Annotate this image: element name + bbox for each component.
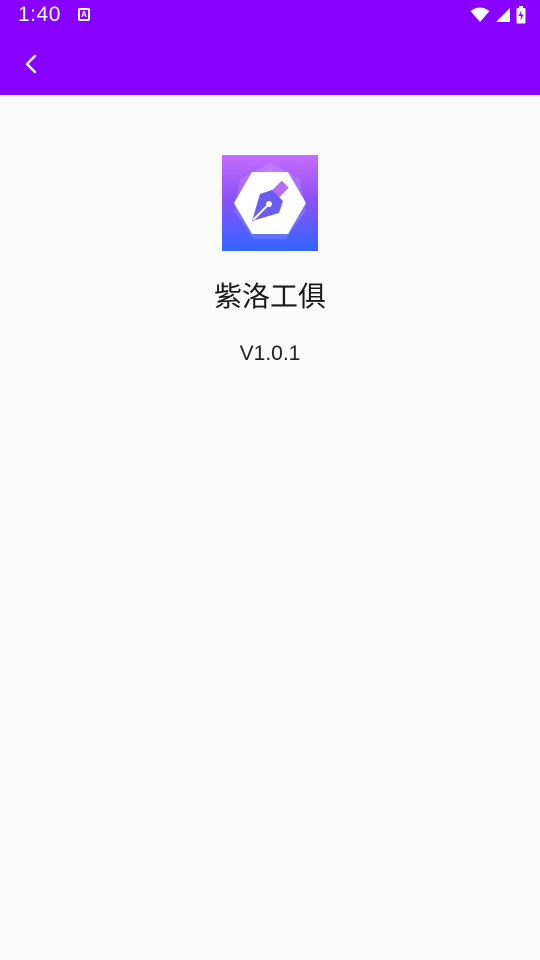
signal-icon — [496, 8, 510, 22]
notification-a-icon: A — [78, 8, 90, 21]
app-name: 紫洛工俱 — [213, 280, 326, 313]
back-button[interactable] — [10, 42, 54, 86]
about-content: 紫洛工俱 V1.0.1 — [0, 95, 540, 960]
battery-icon — [516, 6, 526, 24]
wifi-icon — [470, 7, 490, 22]
app-logo — [222, 155, 318, 251]
status-bar: 1:40 A — [0, 0, 540, 32]
app-version: V1.0.1 — [239, 342, 301, 365]
chevron-left-icon — [25, 54, 37, 74]
fountain-pen-icon — [234, 163, 306, 239]
status-icons — [470, 5, 526, 25]
toolbar — [0, 32, 540, 95]
status-time: 1:40 — [18, 3, 61, 26]
